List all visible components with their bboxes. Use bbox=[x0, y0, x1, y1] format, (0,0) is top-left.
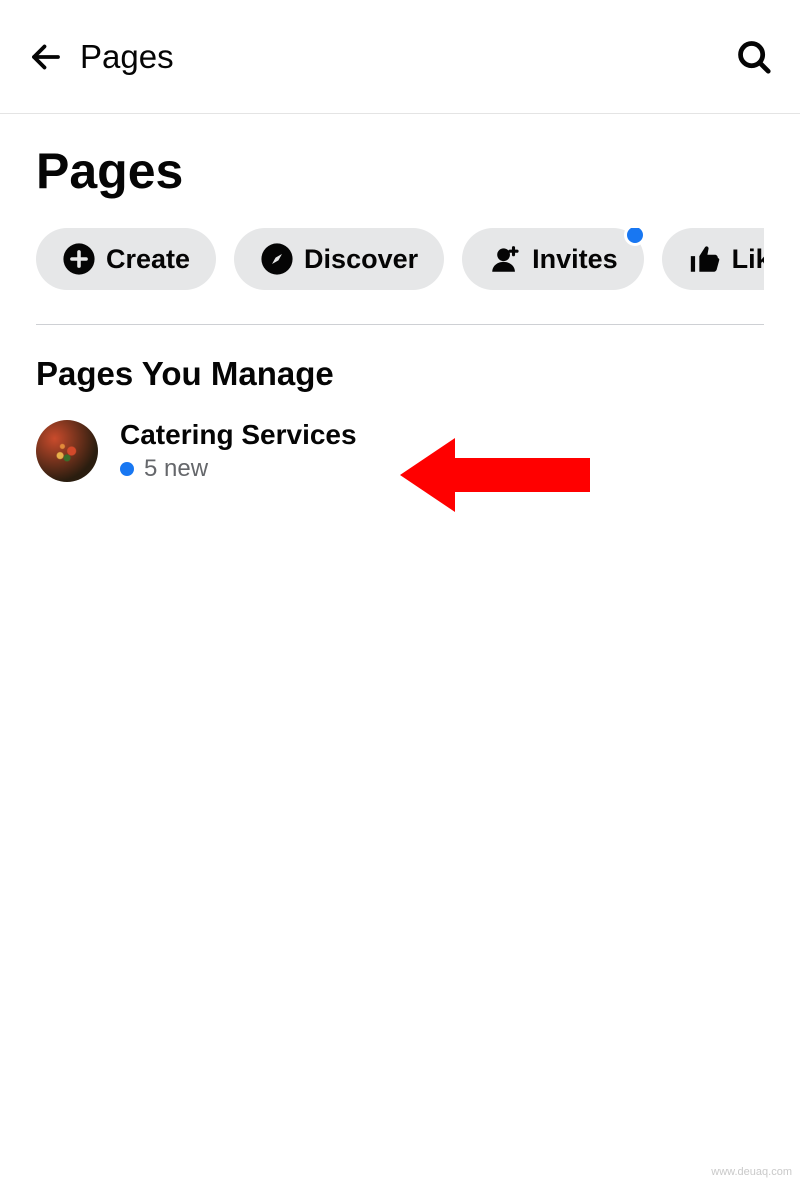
arrow-left-icon bbox=[28, 39, 64, 75]
thumb-up-icon bbox=[688, 242, 722, 276]
divider bbox=[36, 324, 764, 325]
status-text: 5 new bbox=[144, 455, 208, 483]
header-title: Pages bbox=[80, 38, 732, 76]
header: Pages bbox=[0, 0, 800, 114]
back-button[interactable] bbox=[24, 35, 68, 79]
chip-label: Liked bbox=[732, 244, 764, 275]
search-icon bbox=[735, 38, 773, 76]
chip-label: Invites bbox=[532, 244, 618, 275]
avatar bbox=[36, 420, 98, 482]
chip-create[interactable]: Create bbox=[36, 228, 216, 290]
notification-badge-icon bbox=[624, 228, 646, 246]
watermark: www.deuaq.com bbox=[711, 1166, 792, 1178]
chip-discover[interactable]: Discover bbox=[234, 228, 444, 290]
chips-row: Create Discover Invites Liked bbox=[36, 228, 764, 296]
chip-label: Discover bbox=[304, 244, 418, 275]
search-button[interactable] bbox=[732, 35, 776, 79]
page-heading: Pages bbox=[36, 142, 764, 200]
status-dot-icon bbox=[120, 462, 134, 476]
chip-invites[interactable]: Invites bbox=[462, 228, 644, 290]
plus-circle-icon bbox=[62, 242, 96, 276]
page-item-catering-services[interactable]: Catering Services 5 new bbox=[36, 419, 764, 483]
status-row: 5 new bbox=[120, 455, 357, 483]
page-item-title: Catering Services bbox=[120, 419, 357, 451]
chip-label: Create bbox=[106, 244, 190, 275]
person-plus-icon bbox=[488, 242, 522, 276]
page-item-text: Catering Services 5 new bbox=[120, 419, 357, 483]
main-content: Pages Create Discover Invites Like bbox=[0, 114, 800, 483]
section-heading: Pages You Manage bbox=[36, 355, 764, 393]
compass-icon bbox=[260, 242, 294, 276]
chip-liked[interactable]: Liked bbox=[662, 228, 764, 290]
